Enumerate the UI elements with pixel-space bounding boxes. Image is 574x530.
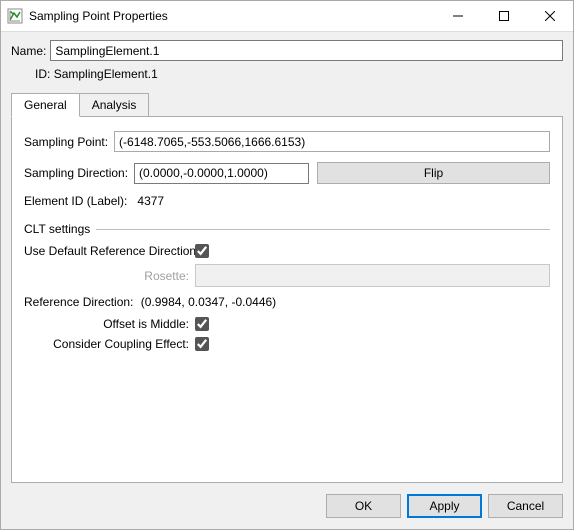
general-panel: Sampling Point: Sampling Direction: Flip… <box>11 116 563 483</box>
maximize-button[interactable] <box>481 1 527 31</box>
client-area: Name: ID: SamplingElement.1 General Anal… <box>1 32 573 483</box>
sampling-point-label: Sampling Point: <box>24 135 108 149</box>
tab-general[interactable]: General <box>11 93 80 117</box>
tab-analysis[interactable]: Analysis <box>79 93 150 117</box>
offset-is-middle-checkbox[interactable] <box>195 317 209 331</box>
ok-button[interactable]: OK <box>326 494 401 518</box>
reference-direction-value: (0.9984, 0.0347, -0.0446) <box>141 295 276 309</box>
rosette-label: Rosette: <box>24 269 195 283</box>
apply-button[interactable]: Apply <box>407 494 482 518</box>
use-default-ref-checkbox[interactable] <box>195 244 209 258</box>
sampling-point-field[interactable] <box>114 131 550 152</box>
window-title: Sampling Point Properties <box>29 9 168 23</box>
close-button[interactable] <box>527 1 573 31</box>
clt-settings-header: CLT settings <box>24 222 90 236</box>
tab-strip: General Analysis <box>11 93 563 117</box>
minimize-button[interactable] <box>435 1 481 31</box>
app-icon <box>7 8 23 24</box>
use-default-ref-label: Use Default Reference Direction: <box>24 244 195 258</box>
titlebar: Sampling Point Properties <box>1 1 573 32</box>
sampling-direction-label: Sampling Direction: <box>24 166 128 180</box>
dialog-footer: OK Apply Cancel <box>1 483 573 529</box>
id-value: SamplingElement.1 <box>54 67 158 81</box>
consider-coupling-checkbox[interactable] <box>195 337 209 351</box>
sampling-direction-field[interactable] <box>134 163 309 184</box>
dialog-window: Sampling Point Properties Name: ID: Samp… <box>0 0 574 530</box>
id-label: ID: <box>35 67 50 81</box>
element-id-label: Element ID (Label): <box>24 194 127 208</box>
offset-is-middle-label: Offset is Middle: <box>24 317 195 331</box>
divider <box>96 229 550 230</box>
consider-coupling-label: Consider Coupling Effect: <box>24 337 195 351</box>
element-id-value: 4377 <box>137 194 164 208</box>
cancel-button[interactable]: Cancel <box>488 494 563 518</box>
reference-direction-label: Reference Direction: <box>24 295 133 309</box>
rosette-field <box>195 264 550 287</box>
flip-button[interactable]: Flip <box>317 162 550 184</box>
name-field[interactable] <box>50 40 563 61</box>
name-label: Name: <box>11 44 46 58</box>
